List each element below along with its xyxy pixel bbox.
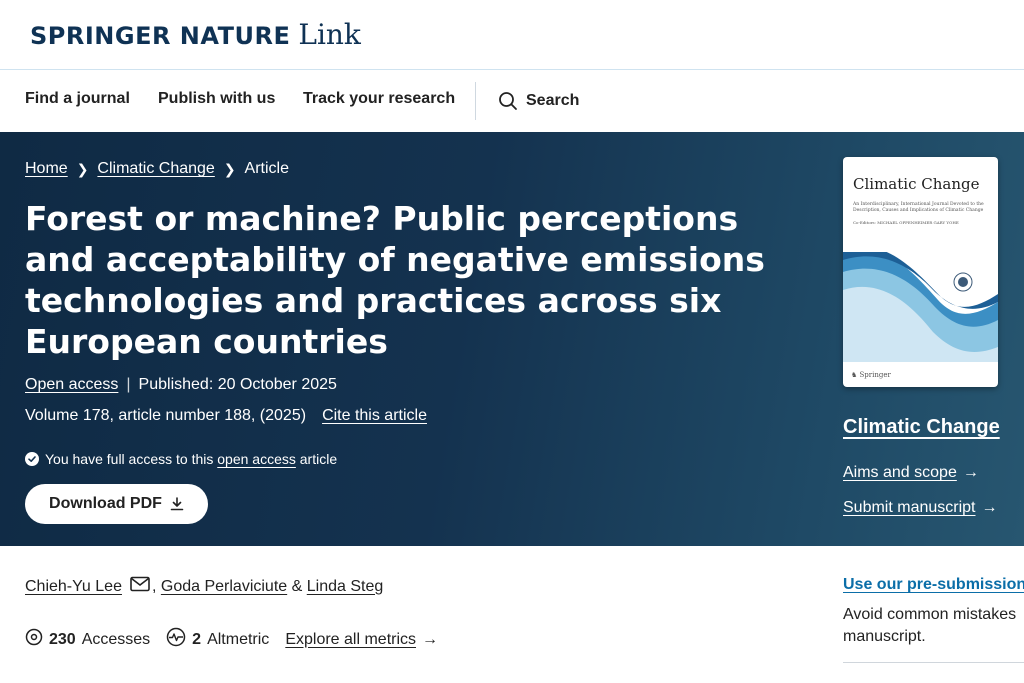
submit-manuscript-link[interactable]: Submit manuscript →	[843, 499, 998, 517]
springer-horse-icon: ♞	[851, 371, 858, 379]
pre-submission-link[interactable]: Use our pre-submission	[843, 576, 1024, 594]
download-pdf-button[interactable]: Download PDF	[25, 484, 208, 524]
published-date: Published: 20 October 2025	[138, 376, 337, 393]
submit-manuscript-label: Submit manuscript	[843, 499, 976, 516]
cover-editors-label: Co-Editors:	[853, 220, 876, 225]
aims-scope-link[interactable]: Aims and scope →	[843, 464, 979, 482]
aims-scope-label: Aims and scope	[843, 464, 957, 481]
cover-publisher-name: Springer	[859, 371, 891, 379]
journal-name-link[interactable]: Climatic Change	[843, 416, 1000, 439]
article-meta-publication: Open access | Published: 20 October 2025	[25, 376, 337, 394]
brand-name: SPRINGER NATURE	[30, 22, 291, 50]
author-separator: &	[291, 577, 303, 595]
chevron-right-icon: ❯	[76, 160, 89, 177]
nav-find-journal[interactable]: Find a journal	[25, 90, 130, 108]
breadcrumb-current: Article	[244, 160, 289, 177]
search-label: Search	[526, 92, 580, 109]
pre-submission-text: Avoid common mistakes manuscript.	[843, 606, 1017, 645]
accesses-label: Accesses	[81, 630, 151, 648]
download-pdf-label: Download PDF	[49, 495, 162, 512]
check-circle-icon	[25, 452, 39, 466]
breadcrumb-journal[interactable]: Climatic Change	[97, 160, 214, 178]
article-meta-volume: Volume 178, article number 188, (2025) C…	[25, 407, 427, 425]
cover-title: Climatic Change	[853, 175, 980, 193]
arrow-right-icon: →	[422, 630, 439, 648]
cover-wave-graphic	[843, 252, 998, 362]
cover-publisher: ♞ Springer	[851, 371, 891, 379]
cover-editors-names: MICHAEL OPPENHEIMER GARY YOHE	[877, 220, 959, 225]
promo-divider	[843, 662, 1024, 663]
cover-subtitle: An Interdisciplinary, International Jour…	[853, 202, 984, 213]
author-link[interactable]: Chieh-Yu Lee	[25, 578, 122, 596]
altmetric-count: 2	[192, 630, 202, 648]
brand-suffix: Link	[298, 18, 361, 51]
altmetric-label: Altmetric	[207, 630, 270, 648]
article-title: Forest or machine? Public perceptions an…	[25, 199, 765, 361]
arrow-right-icon: →	[962, 464, 979, 481]
download-icon	[170, 497, 184, 511]
chevron-right-icon: ❯	[223, 160, 236, 177]
author-list: Chieh-Yu Lee , Goda Perlaviciute & Linda…	[25, 576, 383, 597]
site-header: SPRINGER NATURE Link	[0, 0, 1024, 70]
volume-info: Volume 178, article number 188, (2025)	[25, 407, 307, 424]
accesses-icon	[25, 628, 43, 651]
springer-nature-link-logo[interactable]: SPRINGER NATURE Link	[30, 18, 361, 51]
altmetric-icon	[166, 627, 186, 652]
access-open-access-link[interactable]: open access	[217, 451, 296, 467]
email-icon[interactable]	[130, 576, 150, 597]
access-notice: You have full access to this open access…	[25, 451, 337, 467]
access-prefix: You have full access to this	[45, 451, 214, 467]
accesses-count: 230	[49, 630, 76, 648]
open-access-link[interactable]: Open access	[25, 376, 118, 394]
author-link[interactable]: Goda Perlaviciute	[161, 578, 287, 596]
nav-publish-with-us[interactable]: Publish with us	[158, 90, 275, 108]
search-button[interactable]: Search	[498, 91, 579, 111]
breadcrumb: Home ❯ Climatic Change ❯ Article	[25, 160, 289, 178]
nav-divider	[475, 82, 476, 120]
search-icon	[499, 92, 517, 110]
cite-article-link[interactable]: Cite this article	[322, 407, 427, 425]
cover-editors: Co-Editors: MICHAEL OPPENHEIMER GARY YOH…	[853, 220, 959, 225]
journal-cover-image[interactable]: Climatic Change An Interdisciplinary, In…	[843, 157, 998, 387]
nav-track-research[interactable]: Track your research	[303, 90, 455, 108]
author-separator: ,	[151, 577, 157, 595]
explore-metrics-link[interactable]: Explore all metrics	[285, 631, 416, 649]
arrow-right-icon: →	[981, 499, 998, 516]
meta-divider: |	[126, 376, 131, 393]
breadcrumb-home[interactable]: Home	[25, 160, 68, 178]
author-link[interactable]: Linda Steg	[307, 578, 384, 596]
access-suffix: article	[299, 451, 338, 467]
article-metrics: 230 Accesses 2 Altmetric Explore all met…	[25, 627, 438, 652]
